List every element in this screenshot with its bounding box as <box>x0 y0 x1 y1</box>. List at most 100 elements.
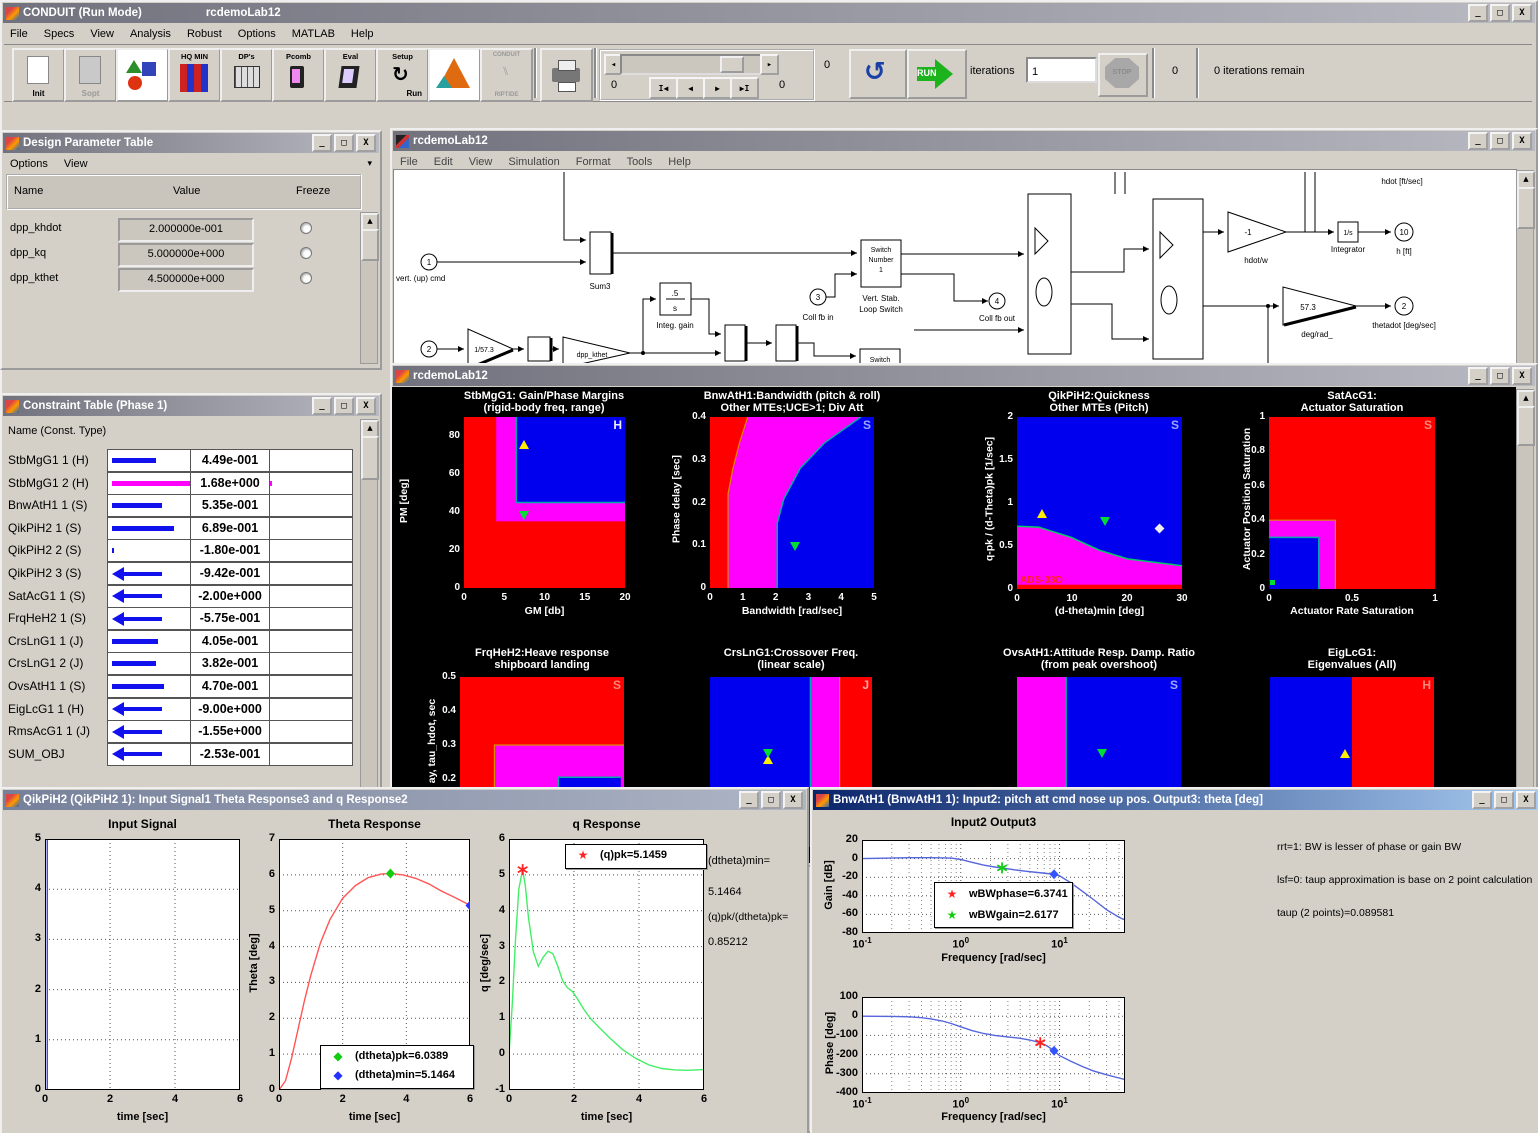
maximize-button[interactable]: □ <box>1490 132 1510 150</box>
constraint-row[interactable]: OvsAtH1 1 (S)4.70e-001 <box>2 675 354 698</box>
constraint-row[interactable]: EigLcG1 1 (H)-9.00e+000 <box>2 698 354 721</box>
stop-button[interactable]: STOP <box>1098 53 1148 97</box>
menu-options[interactable]: Options <box>238 28 276 40</box>
maximize-button[interactable]: □ <box>761 791 781 809</box>
goto-start-button[interactable]: I◀ <box>649 77 678 99</box>
step-back-button[interactable]: ◀ <box>676 77 705 99</box>
menu-view[interactable]: View <box>64 158 88 170</box>
menu-simulation[interactable]: Simulation <box>508 156 559 168</box>
menu-robust[interactable]: Robust <box>187 28 222 40</box>
sum3-block[interactable] <box>590 232 611 274</box>
menu-view[interactable]: View <box>469 156 493 168</box>
menu-format[interactable]: Format <box>576 156 611 168</box>
menu-specs[interactable]: Specs <box>44 28 75 40</box>
slider-right-arrow[interactable]: ▸ <box>760 54 779 75</box>
constraint-row[interactable]: StbMgG1 1 (H)4.49e-001 <box>2 449 354 472</box>
maximize-button[interactable]: □ <box>334 134 354 152</box>
conduit-riptide-button[interactable]: CONDUIT ⑊ RIPTIDE <box>480 48 533 102</box>
constraint-row[interactable]: StbMgG1 2 (H)1.68e+000 <box>2 472 354 495</box>
constraint-row[interactable]: QikPiH2 2 (S)-1.80e-001 <box>2 539 354 562</box>
mux-block-2[interactable] <box>1153 199 1203 359</box>
sum1-block[interactable] <box>725 325 745 361</box>
spec-plot-title: FrqHeH2:Heave responseshipboard landing <box>402 647 682 671</box>
init-button[interactable]: Init <box>12 48 65 102</box>
close-button[interactable]: X <box>1512 132 1532 150</box>
minimize-button[interactable]: _ <box>312 134 332 152</box>
constraint-row[interactable]: RmsAcG1 1 (J)-1.55e+000 <box>2 720 354 743</box>
design-scrollbar[interactable]: ▲ <box>360 212 378 364</box>
value-field[interactable]: 5.000000e+000 <box>118 243 254 267</box>
matlab-button[interactable] <box>428 48 481 102</box>
phase-xlabel: Frequency [rad/sec] <box>862 1111 1125 1123</box>
print-button[interactable] <box>540 48 593 102</box>
close-button[interactable]: X <box>1512 4 1532 22</box>
menu-edit[interactable]: Edit <box>434 156 453 168</box>
simulink-scrollbar[interactable]: ▲ <box>1516 170 1534 368</box>
iterations-input[interactable] <box>1026 57 1097 83</box>
constraint-scrollbar[interactable]: ▲ <box>360 419 378 793</box>
menu-file[interactable]: File <box>400 156 418 168</box>
undo-button[interactable]: ↻ <box>849 49 907 99</box>
minimize-button[interactable]: _ <box>1468 132 1488 150</box>
minimize-button[interactable]: _ <box>1468 4 1488 22</box>
qikpih2-titlebar[interactable]: QikPiH2 (QikPiH2 1): Input Signal1 Theta… <box>3 790 806 810</box>
close-button[interactable]: X <box>1516 791 1536 809</box>
menu-file[interactable]: File <box>10 28 28 40</box>
minimize-button[interactable]: _ <box>1472 791 1492 809</box>
setup-run-button[interactable]: Setup ↻ Run <box>376 48 429 102</box>
menu-options[interactable]: Options <box>10 158 48 170</box>
spec-xlabel: GM [db] <box>464 605 625 617</box>
mux-block-1[interactable] <box>1028 194 1071 354</box>
hqmin-button[interactable]: HQ MIN <box>168 48 221 102</box>
sopt-button[interactable]: Sopt <box>64 48 117 102</box>
slider-track[interactable] <box>620 54 762 75</box>
menu-view[interactable]: View <box>90 28 114 40</box>
constraint-row[interactable]: SUM_OBJ-2.53e-001 <box>2 743 354 766</box>
design-table-titlebar[interactable]: Design Parameter Table _ □ X <box>3 133 379 153</box>
menu-help[interactable]: Help <box>351 28 374 40</box>
maximize-button[interactable]: □ <box>1490 367 1510 385</box>
menu-analysis[interactable]: Analysis <box>130 28 171 40</box>
sum2-block[interactable] <box>776 325 796 361</box>
constraint-row[interactable]: CrsLnG1 1 (J)4.05e-001 <box>2 630 354 653</box>
dps-button[interactable]: DP's <box>220 48 273 102</box>
close-button[interactable]: X <box>356 134 376 152</box>
value-field[interactable]: 2.000000e-001 <box>118 218 254 242</box>
freeze-radio[interactable] <box>300 247 312 259</box>
run-button[interactable]: RUN <box>907 49 967 99</box>
gain-573-block[interactable] <box>1283 287 1356 325</box>
minimize-button[interactable]: _ <box>1468 367 1488 385</box>
menu-help[interactable]: Help <box>668 156 691 168</box>
eval-button[interactable]: Eval <box>324 48 377 102</box>
menu-matlab[interactable]: MATLAB <box>292 28 335 40</box>
constraint-row[interactable]: FrqHeH2 1 (S)-5.75e-001 <box>2 607 354 630</box>
axis-tick-label: -200 <box>824 1048 858 1060</box>
axis-tick-label: 0 <box>1000 593 1034 604</box>
conduit-titlebar[interactable]: CONDUIT (Run Mode) rcdemoLab12 _ □ X <box>3 3 1535 23</box>
maximize-button[interactable]: □ <box>1494 791 1514 809</box>
chevron-down-icon[interactable]: ▾ <box>367 158 372 169</box>
bnwath1-titlebar[interactable]: BnwAtH1 (BnwAtH1 1): Input2: pitch att c… <box>813 790 1538 810</box>
pcomb-button[interactable]: Pcomb <box>272 48 325 102</box>
close-button[interactable]: X <box>783 791 803 809</box>
simulink-titlebar[interactable]: rcdemoLab12 _ □ X <box>393 131 1535 151</box>
constraint-row[interactable]: QikPiH2 1 (S)6.89e-001 <box>2 517 354 540</box>
minimize-button[interactable]: _ <box>739 791 759 809</box>
goto-end-button[interactable]: ▶I <box>730 77 759 99</box>
sum-block[interactable] <box>528 337 550 361</box>
freeze-radio[interactable] <box>300 272 312 284</box>
freeze-radio[interactable] <box>300 222 312 234</box>
close-button[interactable]: X <box>1512 367 1532 385</box>
value-field[interactable]: 4.500000e+000 <box>118 268 254 292</box>
constraint-row[interactable]: CrsLnG1 2 (J)3.82e-001 <box>2 652 354 675</box>
constraint-row[interactable]: QikPiH2 3 (S)-9.42e-001 <box>2 562 354 585</box>
gain-neg1-block[interactable] <box>1228 212 1286 252</box>
menu-tools[interactable]: Tools <box>627 156 653 168</box>
spec-window-titlebar[interactable]: rcdemoLab12 _ □ X <box>393 366 1535 386</box>
constraint-row[interactable]: SatAcG1 1 (S)-2.00e+000 <box>2 585 354 608</box>
slider-thumb[interactable] <box>720 56 744 73</box>
maximize-button[interactable]: □ <box>1490 4 1510 22</box>
constraint-row[interactable]: BnwAtH1 1 (S)5.35e-001 <box>2 494 354 517</box>
plot-button[interactable] <box>116 48 169 102</box>
step-forward-button[interactable]: ▶ <box>703 77 732 99</box>
